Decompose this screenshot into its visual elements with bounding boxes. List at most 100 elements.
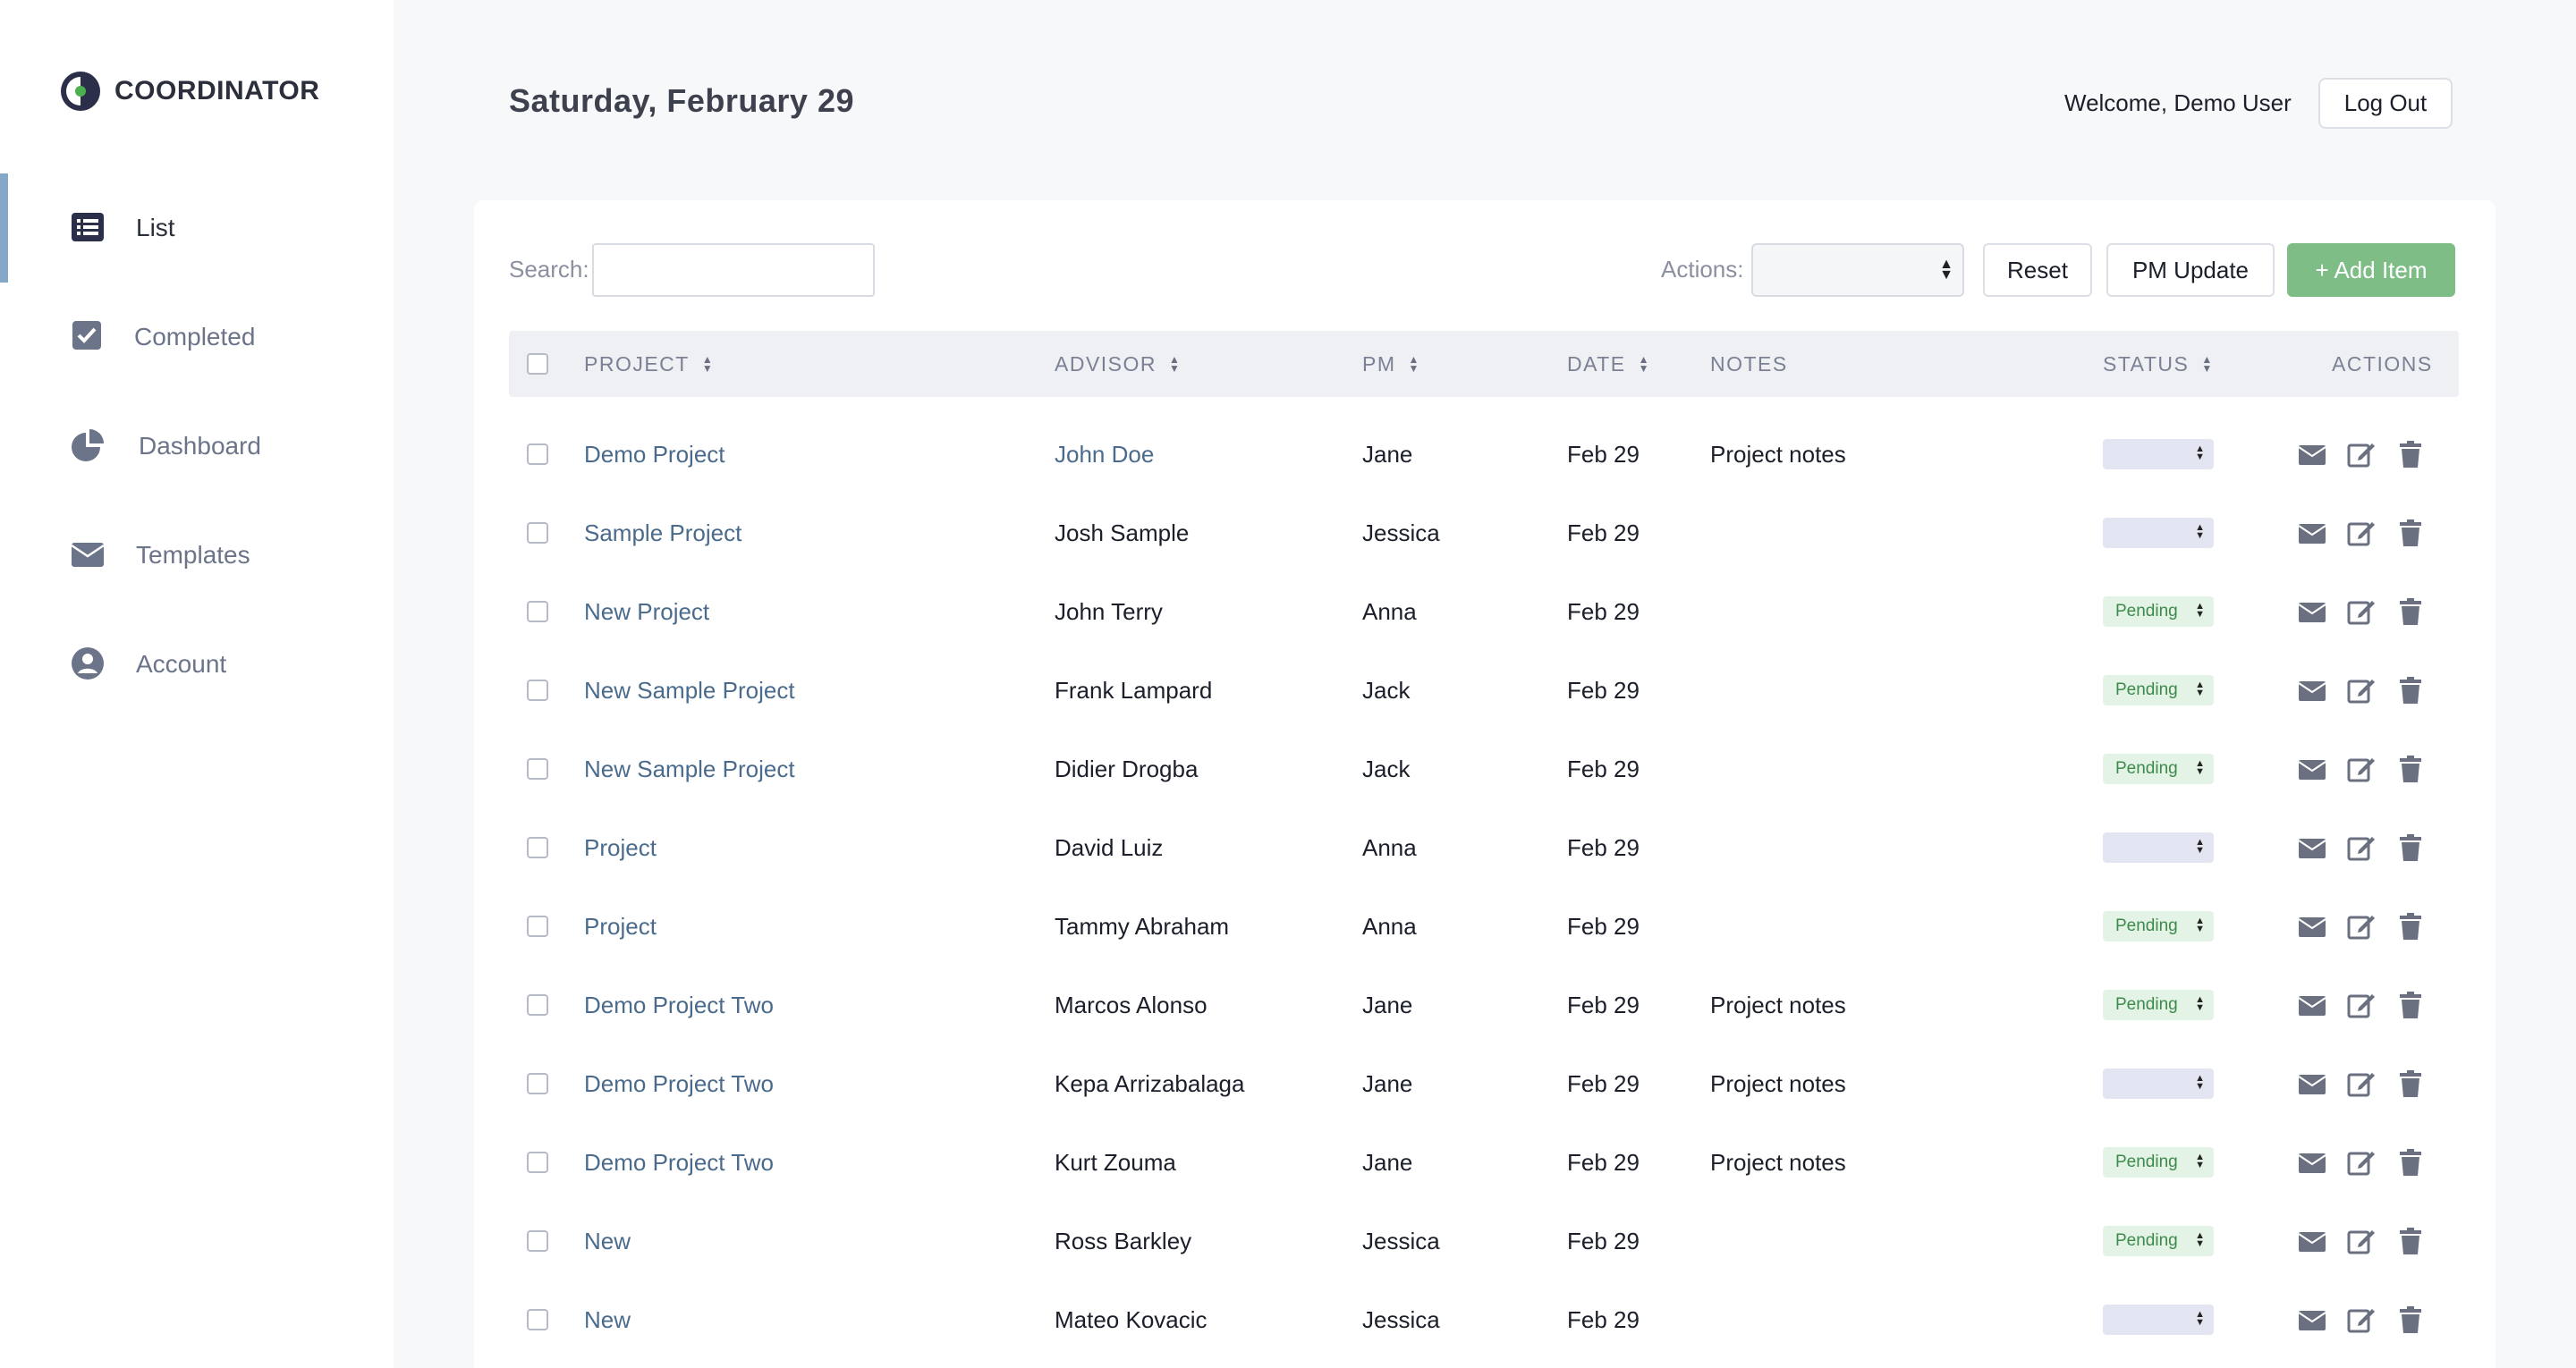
status-select[interactable]: Pending ▲ ▼ (2103, 596, 2214, 627)
envelope-icon[interactable] (2297, 518, 2327, 548)
edit-icon[interactable] (2346, 754, 2377, 784)
row-checkbox[interactable] (527, 758, 548, 780)
search-input[interactable] (592, 243, 875, 297)
brand[interactable]: COORDINATOR (59, 70, 319, 113)
sidebar-item-completed[interactable]: Completed (0, 283, 394, 392)
logout-button[interactable]: Log Out (2318, 78, 2453, 129)
edit-icon[interactable] (2346, 1068, 2377, 1099)
actions-select[interactable]: ▲ ▼ (1751, 243, 1964, 297)
status-badge: Pending (2115, 759, 2178, 778)
trash-icon[interactable] (2395, 439, 2426, 469)
sidebar-item-dashboard[interactable]: Dashboard (0, 392, 394, 501)
row-checkbox[interactable] (527, 837, 548, 858)
row-checkbox[interactable] (527, 443, 548, 465)
edit-icon[interactable] (2346, 439, 2377, 469)
edit-icon[interactable] (2346, 990, 2377, 1020)
row-checkbox[interactable] (527, 994, 548, 1016)
envelope-icon[interactable] (2297, 754, 2327, 784)
search-label: Search: (509, 256, 589, 283)
status-select[interactable]: Pending ▲ ▼ (2103, 911, 2214, 942)
row-checkbox[interactable] (527, 1309, 548, 1330)
column-header-advisor[interactable]: ADVISOR ▲ ▼ (1055, 331, 1181, 397)
edit-icon[interactable] (2346, 1147, 2377, 1178)
status-select[interactable]: Pending ▲ ▼ (2103, 754, 2214, 784)
edit-icon[interactable] (2346, 1305, 2377, 1335)
trash-icon[interactable] (2395, 675, 2426, 705)
trash-icon[interactable] (2395, 596, 2426, 627)
trash-icon[interactable] (2395, 911, 2426, 942)
column-header-project[interactable]: PROJECT ▲ ▼ (584, 331, 714, 397)
trash-icon[interactable] (2395, 1068, 2426, 1099)
envelope-icon[interactable] (2297, 675, 2327, 705)
row-checkbox[interactable] (527, 601, 548, 622)
trash-icon[interactable] (2395, 1226, 2426, 1256)
row-checkbox[interactable] (527, 680, 548, 701)
status-badge: Pending (2115, 916, 2178, 935)
envelope-icon[interactable] (2297, 1147, 2327, 1178)
project-link[interactable]: Demo Project (584, 415, 725, 494)
row-checkbox[interactable] (527, 522, 548, 544)
edit-icon[interactable] (2346, 518, 2377, 548)
status-select[interactable]: Pending ▲ ▼ (2103, 990, 2214, 1020)
project-link[interactable]: New (584, 1202, 631, 1280)
project-link[interactable]: New Project (584, 572, 709, 651)
column-header-status[interactable]: STATUS ▲ ▼ (2103, 331, 2214, 397)
date-cell: Feb 29 (1567, 991, 1640, 1018)
trash-icon[interactable] (2395, 1305, 2426, 1335)
project-link[interactable]: New Sample Project (584, 730, 795, 808)
trash-icon[interactable] (2395, 990, 2426, 1020)
project-link[interactable]: New Sample Project (584, 651, 795, 730)
column-header-date[interactable]: DATE ▲ ▼ (1567, 331, 1650, 397)
edit-icon[interactable] (2346, 911, 2377, 942)
status-select[interactable]: ▲ ▼ (2103, 439, 2214, 469)
status-cell: ▲ ▼ (2103, 415, 2214, 494)
row-checkbox[interactable] (527, 1152, 548, 1173)
pm-update-button[interactable]: PM Update (2106, 243, 2275, 297)
edit-icon[interactable] (2346, 596, 2377, 627)
envelope-icon[interactable] (2297, 1226, 2327, 1256)
envelope-icon[interactable] (2297, 990, 2327, 1020)
column-header-actions: ACTIONS (2332, 331, 2433, 397)
project-link[interactable]: Demo Project Two (584, 1044, 774, 1123)
status-select[interactable]: ▲ ▼ (2103, 1068, 2214, 1099)
edit-icon[interactable] (2346, 675, 2377, 705)
row-checkbox[interactable] (527, 1230, 548, 1252)
envelope-icon[interactable] (2297, 596, 2327, 627)
reset-button[interactable]: Reset (1983, 243, 2092, 297)
trash-icon[interactable] (2395, 832, 2426, 863)
project-link[interactable]: Project (584, 887, 657, 966)
sidebar-item-account[interactable]: Account (0, 610, 394, 719)
sidebar-item-list[interactable]: List (0, 173, 394, 283)
status-select[interactable]: Pending ▲ ▼ (2103, 675, 2214, 705)
envelope-icon[interactable] (2297, 832, 2327, 863)
advisor-cell[interactable]: John Doe (1055, 415, 1154, 494)
status-select[interactable]: ▲ ▼ (2103, 518, 2214, 548)
status-select[interactable]: ▲ ▼ (2103, 832, 2214, 863)
project-link[interactable]: Demo Project Two (584, 966, 774, 1044)
column-label: STATUS (2103, 351, 2190, 376)
edit-icon[interactable] (2346, 832, 2377, 863)
project-link[interactable]: Demo Project Two (584, 1123, 774, 1202)
edit-icon[interactable] (2346, 1226, 2377, 1256)
status-select[interactable]: Pending ▲ ▼ (2103, 1226, 2214, 1256)
project-link[interactable]: New (584, 1280, 631, 1359)
trash-icon[interactable] (2395, 754, 2426, 784)
project-link[interactable]: Sample Project (584, 494, 741, 572)
row-checkbox-cell (527, 966, 548, 1044)
envelope-icon[interactable] (2297, 1068, 2327, 1099)
sidebar-item-templates[interactable]: Templates (0, 501, 394, 610)
envelope-icon[interactable] (2297, 911, 2327, 942)
status-select[interactable]: ▲ ▼ (2103, 1305, 2214, 1335)
select-all-checkbox[interactable] (527, 353, 548, 375)
add-item-button[interactable]: + Add Item (2287, 243, 2455, 297)
status-select[interactable]: Pending ▲ ▼ (2103, 1147, 2214, 1178)
trash-icon[interactable] (2395, 518, 2426, 548)
row-checkbox[interactable] (527, 916, 548, 937)
column-header-pm[interactable]: PM ▲ ▼ (1362, 331, 1420, 397)
project-link[interactable]: Project (584, 808, 657, 887)
envelope-icon[interactable] (2297, 439, 2327, 469)
envelope-icon[interactable] (2297, 1305, 2327, 1335)
list-card: Search: Actions: ▲ ▼ Reset PM Update + Ad… (474, 200, 2496, 1368)
row-checkbox[interactable] (527, 1073, 548, 1094)
trash-icon[interactable] (2395, 1147, 2426, 1178)
